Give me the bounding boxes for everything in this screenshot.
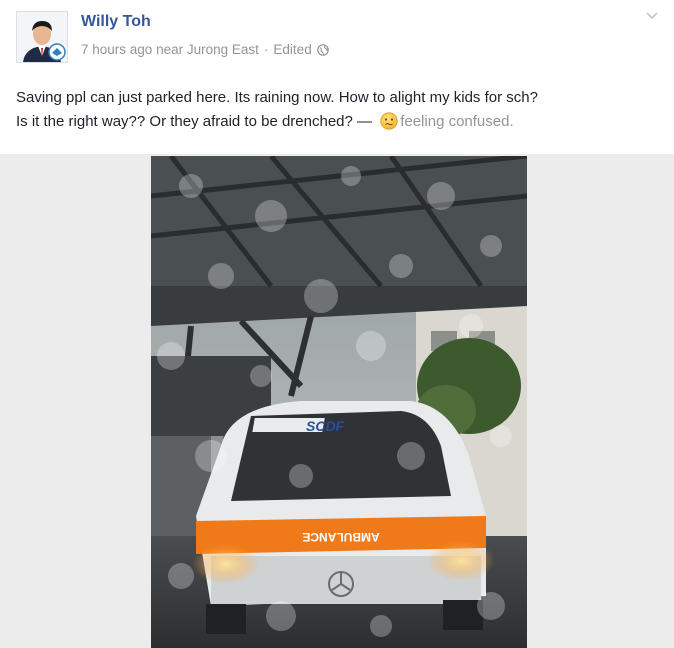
avatar[interactable] <box>16 11 68 63</box>
location-prefix: near <box>156 42 184 57</box>
ambulance-bonnet-text: AMBULANCE <box>302 530 379 544</box>
feed-post: Willy Toh 7 hours ago near Jurong East ·… <box>0 0 674 648</box>
chevron-down-icon[interactable] <box>645 11 659 21</box>
post-location[interactable]: Jurong East <box>187 42 259 57</box>
scdf-vehicle-text: SCDF <box>306 418 345 434</box>
feeling-value[interactable]: confused. <box>444 113 514 130</box>
feeling-label: feeling <box>400 113 445 130</box>
post-timestamp[interactable]: 7 hours ago <box>81 42 152 57</box>
post-meta: 7 hours ago near Jurong East · Edited <box>81 42 329 57</box>
post-photo[interactable]: SCDF AMBULANCE <box>151 156 527 648</box>
post-text: Saving ppl can just parked here. Its rai… <box>16 86 656 134</box>
post-text-line-2: Is it the right way?? Or they afraid to … <box>16 110 656 134</box>
globe-icon[interactable] <box>316 43 329 56</box>
ambulance-photo-illustration: SCDF AMBULANCE <box>151 156 527 648</box>
post-text-line-1: Saving ppl can just parked here. Its rai… <box>16 89 538 106</box>
edited-label[interactable]: Edited <box>273 42 311 57</box>
profile-photo <box>17 12 67 62</box>
meta-separator: · <box>263 42 269 57</box>
post-text-line-2-body: Is it the right way?? Or they afraid to … <box>16 113 373 130</box>
confused-face-icon <box>380 112 398 130</box>
author-name[interactable]: Willy Toh <box>81 13 151 31</box>
